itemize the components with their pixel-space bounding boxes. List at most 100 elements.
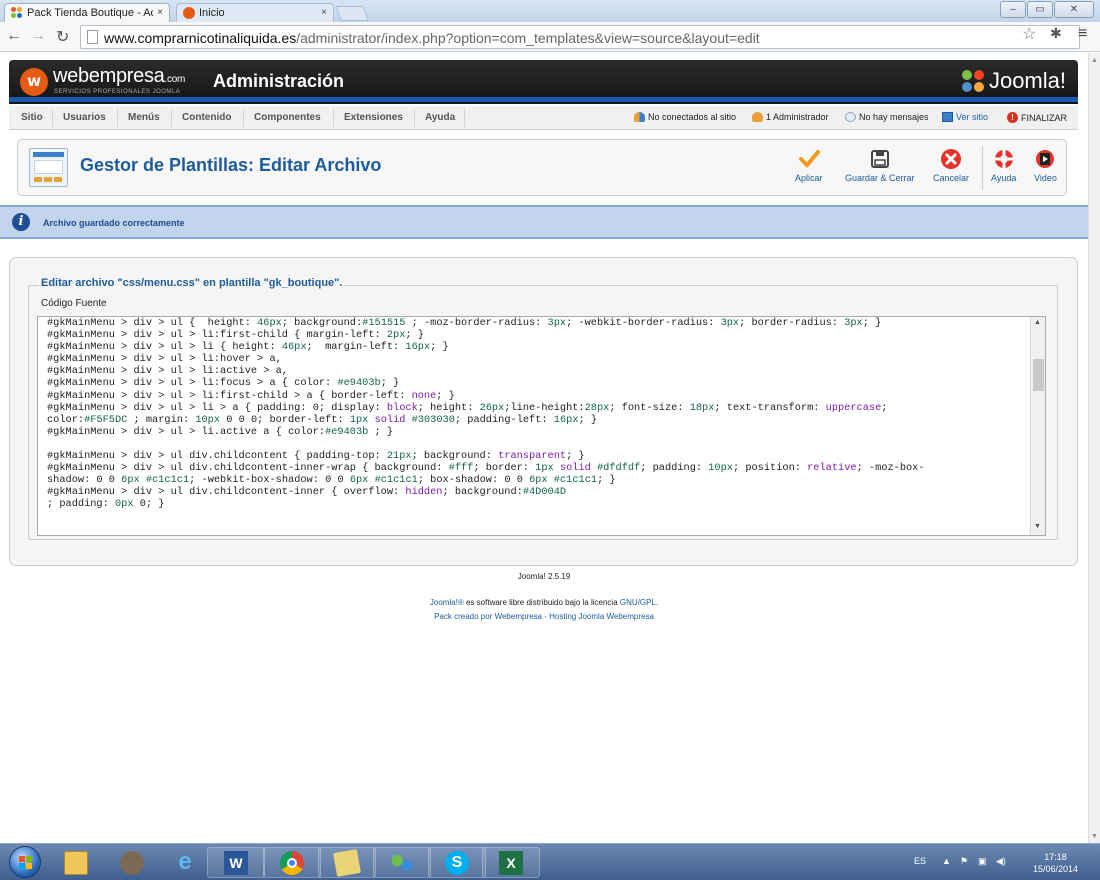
pack-credits-link[interactable]: Pack creado por Webempresa - Hosting Joo… [0, 612, 1088, 621]
skype-icon: S [445, 851, 469, 875]
language-indicator[interactable]: ES [914, 856, 926, 866]
code-line[interactable]: #gkMainMenu > div > ul > li.active a { c… [47, 426, 1029, 438]
scroll-down-icon[interactable]: ▼ [1034, 523, 1041, 530]
cancel-icon [940, 148, 962, 170]
close-window-button[interactable]: ✕ [1054, 1, 1094, 18]
people-icon [390, 851, 414, 875]
code-line[interactable]: #gkMainMenu > div > ul > li:hover > a, [47, 353, 1029, 365]
code-line[interactable]: ; padding: 0px 0; } [47, 498, 1029, 510]
taskbar-control-panel[interactable] [373, 847, 431, 878]
page-toolbar: Gestor de Plantillas: Editar Archivo Apl… [17, 139, 1067, 196]
scroll-up-icon[interactable]: ▲ [1034, 319, 1041, 326]
menu-menus[interactable]: Menús [128, 112, 160, 123]
license-text: Joomla!® es software libre distribuido b… [429, 598, 659, 607]
scroll-up-icon[interactable]: ▲ [1091, 57, 1098, 64]
start-button[interactable] [9, 846, 41, 878]
gimp-icon [120, 851, 144, 875]
code-text[interactable]: #gkMainMenu > div > ul { height: 46px; b… [47, 317, 1029, 511]
code-scrollbar[interactable]: ▲ ▼ [1030, 317, 1045, 535]
message-text: Archivo guardado correctamente [43, 218, 185, 228]
tab-pack-tienda[interactable]: Pack Tienda Boutique - Ac × [4, 3, 170, 22]
reload-icon[interactable]: ↻ [56, 27, 69, 47]
browser-menu-icon[interactable]: ≡ [1078, 25, 1087, 43]
code-line[interactable]: #gkMainMenu > div > ul > li > a { paddin… [47, 402, 1029, 414]
flag-icon[interactable]: ⚑ [960, 856, 968, 867]
minimize-button[interactable]: – [1000, 1, 1026, 18]
windows-logo-icon [19, 856, 32, 869]
tab-close-icon[interactable]: × [321, 7, 327, 18]
tray-expand-icon[interactable]: ▲ [942, 856, 951, 866]
folder-icon [64, 851, 88, 875]
code-line[interactable]: color:#F5F5DC ; margin: 10px 0 0 0; bord… [47, 414, 1029, 426]
save-close-button[interactable]: Guardar & Cerrar [845, 148, 915, 183]
browser-titlebar: Pack Tienda Boutique - Ac × Inicio × – ▭… [0, 0, 1100, 22]
extension-icon[interactable]: ✱ [1050, 25, 1062, 42]
scrollbar-thumb[interactable] [1033, 359, 1044, 391]
taskbar-chrome[interactable] [263, 847, 321, 878]
taskbar-explorer[interactable] [47, 847, 105, 878]
source-code-label: Código Fuente [41, 298, 107, 309]
menu-extensiones[interactable]: Extensiones [344, 112, 403, 123]
video-button[interactable]: Video [1034, 148, 1057, 183]
word-icon: W [224, 851, 248, 875]
address-bar[interactable]: www.comprarnicotinaliquida.es/administra… [80, 25, 1080, 49]
menu-componentes[interactable]: Componentes [254, 112, 321, 123]
joomla-link[interactable]: Joomla!® [430, 598, 464, 607]
taskbar-word[interactable]: W [207, 847, 265, 878]
cancel-button[interactable]: Cancelar [933, 148, 969, 183]
tab-title: Pack Tienda Boutique - Ac [27, 7, 154, 19]
internet-explorer-icon: e [178, 848, 192, 875]
code-line[interactable] [47, 438, 1029, 450]
clock[interactable]: 17:18 15/06/2014 [1033, 851, 1078, 875]
code-line[interactable]: #gkMainMenu > div > ul { height: 46px; b… [47, 317, 1029, 329]
tab-inicio[interactable]: Inicio × [176, 3, 334, 22]
excel-icon: X [499, 851, 523, 875]
folder-icon [333, 849, 361, 877]
admin-menubar: Sitio Usuarios Menús Contenido Component… [9, 106, 1078, 130]
gpl-link[interactable]: GNU/GPL [620, 598, 656, 607]
video-icon [1034, 148, 1056, 170]
code-line[interactable]: #gkMainMenu > div > ul > li:first-child … [47, 329, 1029, 341]
scroll-down-icon[interactable]: ▼ [1091, 833, 1098, 840]
taskbar-excel[interactable]: X [482, 847, 540, 878]
volume-icon[interactable]: ◀) [996, 856, 1006, 867]
code-line[interactable]: #gkMainMenu > div > ul > li:focus > a { … [47, 377, 1029, 389]
code-line[interactable]: #gkMainMenu > div > ul div.childcontent … [47, 450, 1029, 462]
new-tab-button[interactable] [335, 6, 369, 21]
power-icon: ! [1007, 112, 1018, 123]
view-site-link[interactable]: Ver sitio [942, 112, 988, 122]
user-icon [752, 112, 763, 122]
admin-title: Administración [213, 71, 345, 91]
menu-ayuda[interactable]: Ayuda [425, 112, 455, 123]
code-line[interactable]: #gkMainMenu > div > ul div.childcontent-… [47, 486, 1029, 498]
webempresa-favicon-icon [183, 7, 195, 19]
page-scrollbar[interactable]: ▲ ▼ [1088, 53, 1100, 843]
message-icon [845, 112, 856, 122]
code-line[interactable]: #gkMainMenu > div > ul > li { height: 46… [47, 341, 1029, 353]
maximize-button[interactable]: ▭ [1027, 1, 1053, 18]
logout-link[interactable]: ! FINALIZAR [1007, 112, 1067, 123]
menu-contenido[interactable]: Contenido [182, 112, 231, 123]
tab-close-icon[interactable]: × [157, 7, 163, 18]
apply-button[interactable]: Aplicar [795, 148, 823, 183]
page-title: Gestor de Plantillas: Editar Archivo [80, 155, 382, 175]
taskbar-folder[interactable] [318, 847, 376, 878]
source-code-editor[interactable]: #gkMainMenu > div > ul { height: 46px; b… [37, 316, 1046, 536]
network-icon[interactable]: ▣ [978, 856, 987, 867]
taskbar-ie[interactable]: e [156, 847, 214, 878]
save-icon [869, 148, 891, 170]
back-arrow-icon[interactable]: ← [6, 27, 22, 45]
code-line[interactable]: #gkMainMenu > div > ul div.childcontent-… [47, 462, 1029, 474]
users-icon [634, 112, 645, 122]
menu-usuarios[interactable]: Usuarios [63, 112, 106, 123]
code-line[interactable]: shadow: 0 0 6px #c1c1c1; -webkit-box-sha… [47, 474, 1029, 486]
info-icon: i [12, 213, 30, 231]
taskbar-gimp[interactable] [103, 847, 161, 878]
forward-arrow-icon[interactable]: → [30, 27, 46, 45]
taskbar-skype[interactable]: S [428, 847, 486, 878]
code-line[interactable]: #gkMainMenu > div > ul > li:active > a, [47, 365, 1029, 377]
menu-sitio[interactable]: Sitio [21, 112, 43, 123]
help-button[interactable]: Ayuda [991, 148, 1016, 183]
code-line[interactable]: #gkMainMenu > div > ul > li:first-child … [47, 390, 1029, 402]
bookmark-star-icon[interactable]: ☆ [1022, 24, 1036, 44]
